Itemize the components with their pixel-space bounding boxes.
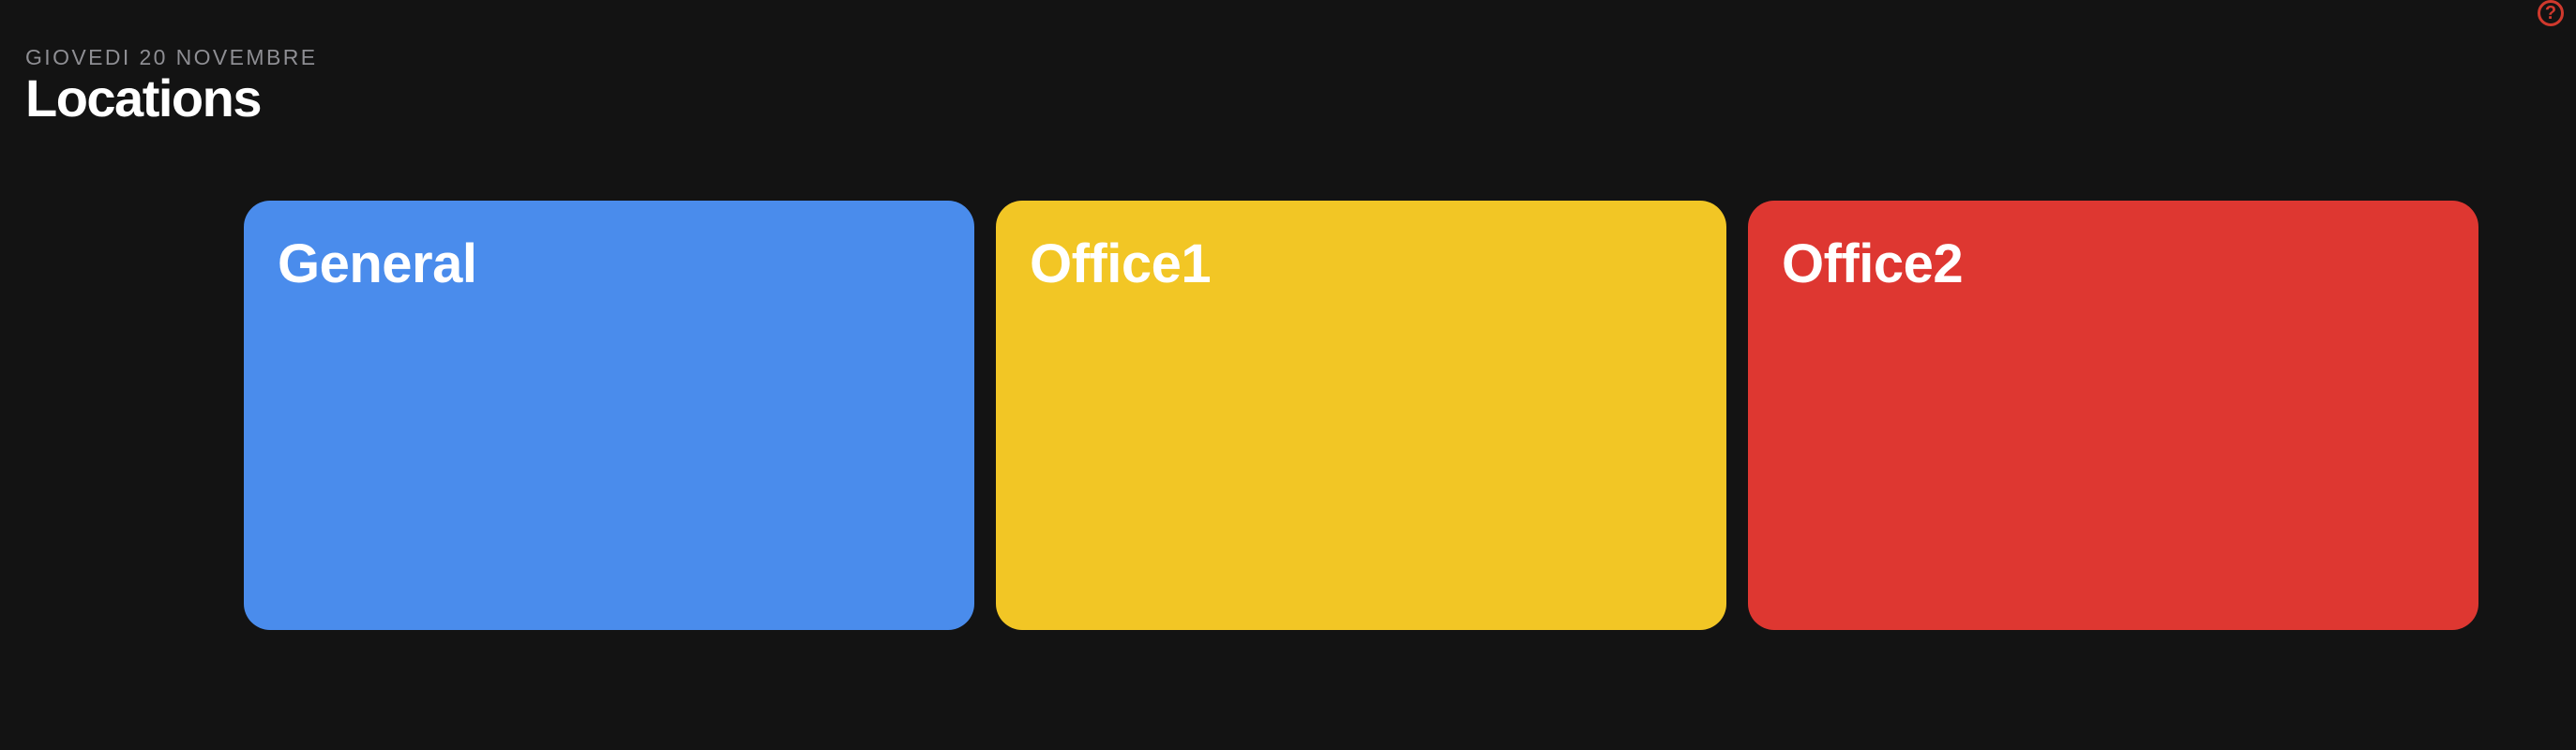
location-card-office2[interactable]: Office2 <box>1748 201 2478 630</box>
location-card-label: General <box>278 233 477 294</box>
location-card-office1[interactable]: Office1 <box>996 201 1726 630</box>
date-label: GIOVEDI 20 NOVEMBRE <box>25 45 318 69</box>
location-card-label: Office1 <box>1030 233 1212 294</box>
locations-screen: ? GIOVEDI 20 NOVEMBRE Locations General … <box>0 0 2576 750</box>
location-card-label: Office2 <box>1782 233 1964 294</box>
page-title: Locations <box>25 68 262 128</box>
location-cards: General Office1 Office2 <box>244 201 2478 630</box>
page-header: GIOVEDI 20 NOVEMBRE Locations <box>25 45 317 127</box>
location-card-general[interactable]: General <box>244 201 974 630</box>
help-icon[interactable]: ? <box>2538 0 2564 26</box>
